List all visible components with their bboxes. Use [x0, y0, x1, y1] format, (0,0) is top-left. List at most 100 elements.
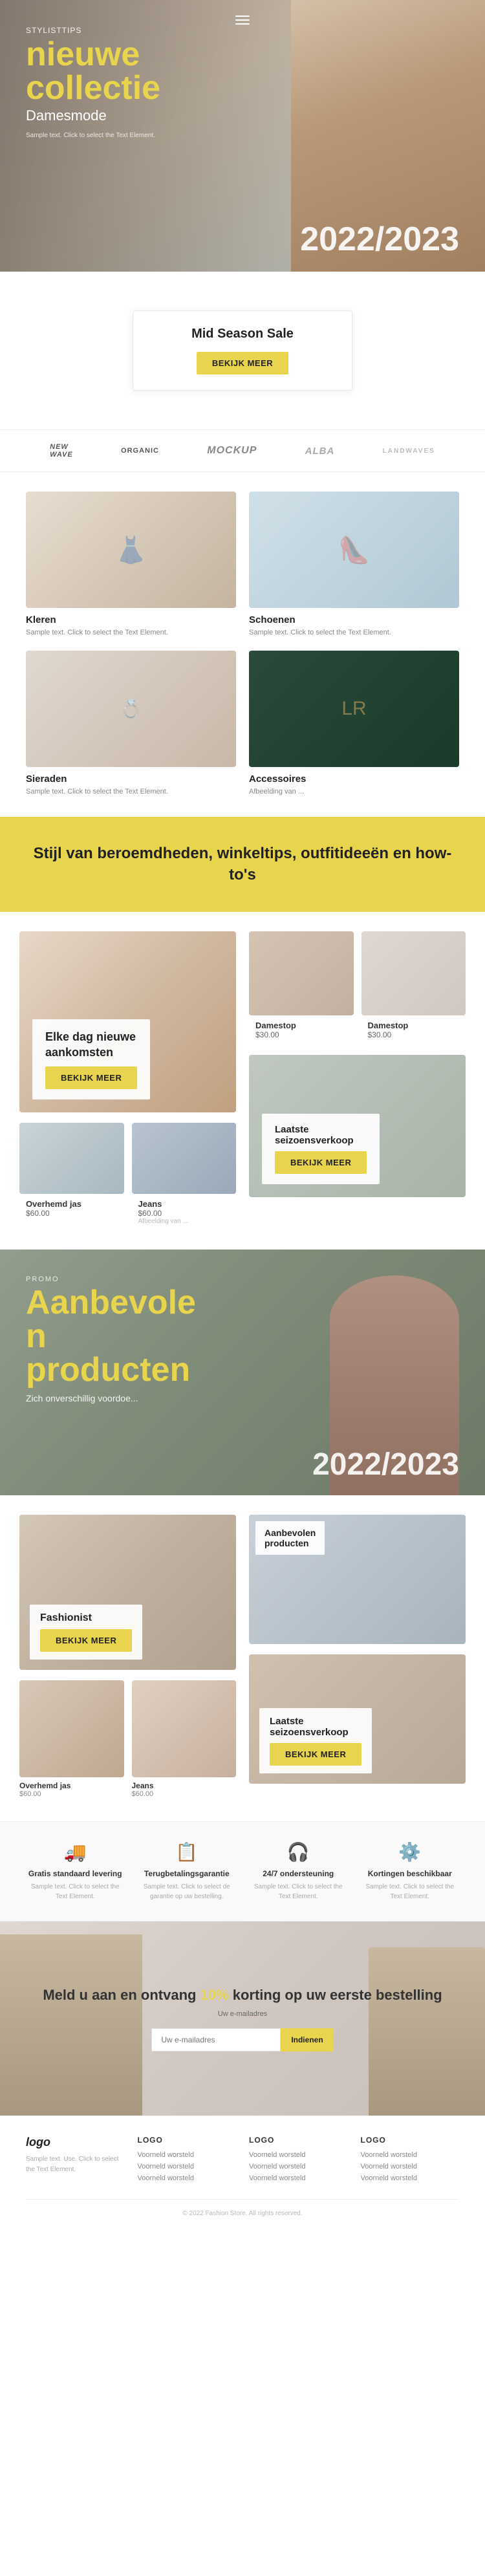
footer: logo Sample text. Use. Click to select t… — [0, 2116, 485, 2230]
footer-brand-col: logo Sample text. Use. Click to select t… — [26, 2136, 125, 2186]
sale-btn[interactable]: Bekijk meer — [275, 1151, 367, 1174]
footer-link-3b[interactable]: Voorneld worsteld — [361, 2163, 460, 2170]
hero-desc: Sample text. Click to select the Text El… — [26, 131, 155, 140]
fashion-girl1[interactable]: Overhemd jas $60.00 — [19, 1680, 124, 1802]
damestops-row: Damestop $30.00 Damestop $30.00 — [249, 931, 466, 1044]
levering-icon: 🚚 — [26, 1841, 125, 1863]
product-overhemdjas[interactable]: Overhemd jas $60.00 — [19, 1123, 124, 1230]
footer-col-1: logo Voorneld worsteld Voorneld worsteld… — [138, 2136, 237, 2186]
newsletter-title: Meld u aan en ontvang 10% korting op uw … — [43, 1986, 442, 2006]
hero-year: 2022/2023 — [300, 220, 459, 259]
hero-section: Stylisttips Nieuwecollectie Damesmode Sa… — [0, 0, 485, 272]
sieraden-img: 💍 — [26, 651, 236, 767]
kleren-title: Kleren — [26, 614, 236, 625]
product-damestop1[interactable]: Damestop $30.00 — [249, 931, 354, 1044]
footer-brand-desc: Sample text. Use. Click to select the Te… — [26, 2154, 125, 2175]
levering-title: Gratis standaard levering — [26, 1869, 125, 1878]
category-sieraden[interactable]: 💍 Sieraden Sample text. Click to select … — [26, 651, 236, 797]
fashionist-title: Fashionist — [40, 1612, 132, 1624]
newsletter-accent: 10% — [200, 1987, 229, 2003]
footer-col1-title: logo — [138, 2136, 237, 2145]
aanbevolen-sub: Zich onverschillig voordoe... — [26, 1393, 168, 1403]
category-schoenen[interactable]: 👠 Schoenen Sample text. Click to select … — [249, 492, 459, 638]
kleren-desc: Sample text. Click to select the Text El… — [26, 628, 236, 638]
hero-content: Stylisttips Nieuwecollectie Damesmode Sa… — [26, 26, 160, 140]
footer-col-3: logo Voorneld worsteld Voorneld worsteld… — [361, 2136, 460, 2186]
newsletter-input[interactable] — [151, 2028, 281, 2051]
footer-link-3c[interactable]: Voorneld worsteld — [361, 2174, 460, 2182]
laatste-seizoen-card[interactable]: Laatsteseizoensverkoop Bekijk meer — [249, 1654, 466, 1784]
support-icon: 🎧 — [249, 1841, 348, 1863]
girl1-price: $60.00 — [19, 1790, 124, 1798]
product-damestop2[interactable]: Damestop $30.00 — [361, 931, 466, 1044]
featured-product[interactable]: Elke dag nieuweaankomsten Bekijk meer — [19, 931, 236, 1112]
aanbevolen-title: Aanbevolenproducten — [26, 1286, 196, 1387]
levering-desc: Sample text. Click to select the Text El… — [26, 1882, 125, 1901]
girl2-price: $60.00 — [132, 1790, 237, 1798]
schoenen-title: Schoenen — [249, 614, 459, 625]
overhemdjas-name: Overhemd jas — [26, 1199, 118, 1209]
laatste-seizoen-overlay: Laatsteseizoensverkoop Bekijk meer — [259, 1708, 372, 1773]
aanbevolen-content: Promo Aanbevolenproducten Zich onverschi… — [26, 1275, 196, 1403]
footer-brand-title: logo — [26, 2136, 125, 2149]
schoenen-desc: Sample text. Click to select the Text El… — [249, 628, 459, 638]
category-kleren[interactable]: 👗 Kleren Sample text. Click to select th… — [26, 492, 236, 638]
footer-col3-title: logo — [361, 2136, 460, 2145]
overhemdjas-price: $60.00 — [26, 1209, 118, 1218]
support-desc: Sample text. Click to select the Text El… — [249, 1882, 348, 1901]
garantie-desc: Sample text. Click to select de garantie… — [138, 1882, 237, 1901]
aanbevolen-products-card[interactable]: Aanbevolenproducten — [249, 1515, 466, 1644]
hamburger-menu[interactable] — [232, 9, 253, 31]
sieraden-title: Sieraden — [26, 774, 236, 785]
footer-link-1a[interactable]: Voorneld worsteld — [138, 2151, 237, 2159]
footer-link-2b[interactable]: Voorneld worsteld — [249, 2163, 348, 2170]
footer-link-3a[interactable]: Voorneld worsteld — [361, 2151, 460, 2159]
sale-section: Mid Season Sale Bekijk meer — [0, 291, 485, 410]
newsletter-submit[interactable]: Indienen — [281, 2028, 333, 2051]
small-products-row: Overhemd jas $60.00 Jeans $60.00 Afbeeld… — [19, 1123, 236, 1230]
schoenen-img: 👠 — [249, 492, 459, 608]
brand-alba: Alba — [305, 446, 335, 457]
fashionist-btn[interactable]: Bekijk meer — [40, 1629, 132, 1652]
product-jeans[interactable]: Jeans $60.00 Afbeelding van ... — [132, 1123, 237, 1230]
aanbevolen-products-overlay: Aanbevolenproducten — [255, 1521, 325, 1555]
girl1-info: Overhemd jas $60.00 — [19, 1777, 124, 1802]
footer-grid: logo Sample text. Use. Click to select t… — [26, 2136, 459, 2186]
footer-col-2: logo Voorneld worsteld Voorneld worsteld… — [249, 2136, 348, 2186]
yellow-banner-text: Stijl van beroemdheden, winkeltips, outf… — [26, 843, 459, 886]
laatste-seizoen-btn[interactable]: Bekijk meer — [270, 1743, 361, 1766]
fashion-girl2[interactable]: Jeans $60.00 — [132, 1680, 237, 1802]
features-section: 🚚 Gratis standaard levering Sample text.… — [0, 1821, 485, 1921]
sale-card: Mid Season Sale Bekijk meer — [133, 310, 352, 391]
fashionist-card[interactable]: Fashionist Bekijk meer — [19, 1515, 236, 1670]
footer-bottom: © 2022 Fashion Store. All rights reserve… — [26, 2199, 459, 2217]
newsletter-content: Meld u aan en ontvang 10% korting op uw … — [30, 1973, 455, 2065]
yellow-banner: Stijl van beroemdheden, winkeltips, outf… — [0, 817, 485, 912]
newsletter-desc: Uw e-mailadres — [43, 2010, 442, 2018]
fashion-left: Fashionist Bekijk meer Overhemd jas $60.… — [19, 1515, 236, 1802]
feature-garantie: 📋 Terugbetalingsgarantie Sample text. Cl… — [138, 1841, 237, 1901]
categories-grid: 👗 Kleren Sample text. Click to select th… — [0, 492, 485, 797]
kleren-img: 👗 — [26, 492, 236, 608]
feature-levering: 🚚 Gratis standaard levering Sample text.… — [26, 1841, 125, 1901]
sieraden-desc: Sample text. Click to select the Text El… — [26, 787, 236, 797]
footer-link-2a[interactable]: Voorneld worsteld — [249, 2151, 348, 2159]
featured-btn[interactable]: Bekijk meer — [45, 1066, 137, 1089]
fashionist-overlay: Fashionist Bekijk meer — [30, 1605, 142, 1660]
category-accessoires[interactable]: LR Accessoires Afbeelding van ... — [249, 651, 459, 797]
aanbevolen-label: Promo — [26, 1275, 196, 1283]
footer-link-2c[interactable]: Voorneld worsteld — [249, 2174, 348, 2182]
footer-link-1c[interactable]: Voorneld worsteld — [138, 2174, 237, 2182]
brand-landwaves: LANDWAVES — [383, 448, 435, 455]
brand-mockup: Mockup — [207, 445, 257, 457]
sale-featured[interactable]: Laatsteseizoensverkoop Bekijk meer — [249, 1055, 466, 1197]
footer-link-1b[interactable]: Voorneld worsteld — [138, 2163, 237, 2170]
sale-btn[interactable]: Bekijk meer — [197, 352, 288, 374]
overhemdjas-info: Overhemd jas $60.00 — [19, 1194, 124, 1223]
accessoires-title: Accessoires — [249, 774, 459, 785]
support-title: 24/7 ondersteuning — [249, 1869, 348, 1878]
kortingen-title: Kortingen beschikbaar — [361, 1869, 460, 1878]
accessoires-img: LR — [249, 651, 459, 767]
sale-overlay: Laatsteseizoensverkoop Bekijk meer — [262, 1114, 380, 1184]
girl2-info: Jeans $60.00 — [132, 1777, 237, 1802]
